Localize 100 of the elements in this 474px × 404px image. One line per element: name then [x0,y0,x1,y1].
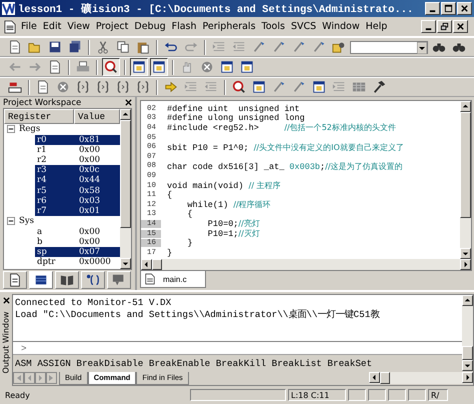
menu-item[interactable]: Peripherals [202,21,257,32]
templates-icon [112,273,126,287]
register-row[interactable]: r6 0x03 [35,196,120,206]
register-row[interactable]: r0 0x81 [35,134,120,145]
register-value: 0x00 [79,226,102,237]
menu-item[interactable]: File [20,21,38,32]
menu-item[interactable]: Tools [260,21,286,32]
menu-item[interactable]: Project [94,21,130,32]
scroll-thumb[interactable] [152,259,162,270]
status-pane [348,389,366,401]
register-row[interactable]: r3 0x0c [35,165,120,176]
menu-item[interactable]: Flash [170,21,198,32]
minimize-button[interactable] [425,2,440,15]
registers-tab[interactable] [29,271,53,289]
menu-item[interactable]: Debug [133,21,167,32]
menu-item[interactable]: SVCS [290,21,318,32]
right-arrow-icon [28,60,42,74]
debug-button[interactable] [102,58,120,76]
templates-tab[interactable] [107,271,131,289]
register-value: 0x00 [79,154,102,165]
files-tab[interactable] [3,271,27,289]
close-icon[interactable] [2,297,10,304]
registers-icon [34,273,48,287]
redo-icon [184,40,198,54]
scrollbar[interactable] [141,259,471,270]
indent-icon [212,40,226,54]
scrollbar[interactable] [369,372,473,384]
save-all-icon [68,40,82,54]
register-row[interactable]: r1 0x00 [35,144,120,155]
functions-tab[interactable] [81,271,105,289]
scroll-thumb[interactable] [460,112,471,218]
code-line: char code dx516[3] _at_ 0x003b;//这是为了仿真设置的 [166,160,403,172]
register-value: 0x01 [79,206,102,216]
register-row[interactable]: b 0x00 [35,236,120,247]
register-row[interactable]: dptr 0x0000 [35,257,120,268]
tree-item[interactable]: Regs [19,124,40,134]
menu-item[interactable]: Window [321,21,361,32]
code-line: #define ulong unsigned long [166,113,305,124]
window-icon [132,60,146,74]
code-line: } [186,238,193,248]
code-line: #include <reg52.h> //包括一个52标准内核的头文件 [166,122,396,134]
register-row[interactable]: r4 0x44 [35,175,120,186]
hammer-icon [372,80,386,94]
scrollbar[interactable] [460,101,471,259]
register-name: r0 [36,134,48,145]
scroll-thumb[interactable] [462,346,473,360]
register-row[interactable]: sp 0x07 [35,246,120,258]
register-name: r3 [36,165,48,176]
outdent-icon [204,80,218,94]
expander-icon[interactable] [7,125,15,134]
find-combo-box[interactable] [350,40,428,54]
restore-icon [439,22,450,31]
file-tab[interactable]: main.c [140,271,206,288]
bookmark-icon [292,40,306,54]
step-icon [96,80,110,94]
page-icon [48,60,62,74]
register-row[interactable]: r2 0x00 [35,154,120,166]
expander-icon[interactable] [7,217,15,226]
scrollbar[interactable] [462,295,473,371]
register-row[interactable]: r5 0x58 [35,185,120,196]
register-value: 0x00 [79,236,102,247]
menu-item[interactable]: View [66,21,91,32]
menu-item[interactable]: Help [364,21,388,32]
scrollbar[interactable] [120,109,131,269]
step-icon [136,80,150,94]
books-tab[interactable] [55,271,79,289]
books-icon [60,273,74,287]
register-value: 0x07 [79,246,102,257]
folder-icon [28,40,42,54]
window-button[interactable] [130,58,148,76]
scissors-icon [96,40,110,54]
register-row[interactable]: r7 0x01 [35,206,120,216]
column-header[interactable]: Register [4,109,74,124]
code-line: } [166,248,172,258]
register-value: 0x0000 [79,257,112,268]
column-header[interactable]: Value [74,109,120,124]
scroll-thumb[interactable] [380,372,390,384]
close-button[interactable] [457,2,472,15]
memory-icon [352,80,366,94]
tree-item[interactable]: Sys [19,216,34,226]
close-icon[interactable] [125,99,132,106]
register-row[interactable]: a 0x00 [35,226,120,237]
register-value: 0x03 [79,196,102,206]
window-button[interactable] [150,58,168,76]
cursor-position: L:18 C:11 [288,389,346,401]
new-file-icon [8,40,22,54]
caret-icon[interactable] [417,42,427,54]
maximize-button[interactable] [441,2,456,15]
bookmark-icon [272,40,286,54]
panel-title: Project Workspace [3,98,82,108]
hand-icon [180,60,194,74]
status-pane [368,389,386,401]
close-icon [459,4,470,13]
stop-icon [56,80,70,94]
minimize-button[interactable] [421,20,436,33]
restore-button[interactable] [437,20,452,33]
scroll-thumb[interactable] [120,120,131,228]
menu-item[interactable]: Edit [42,21,62,32]
step-icon [76,80,90,94]
close-button[interactable] [453,20,468,33]
